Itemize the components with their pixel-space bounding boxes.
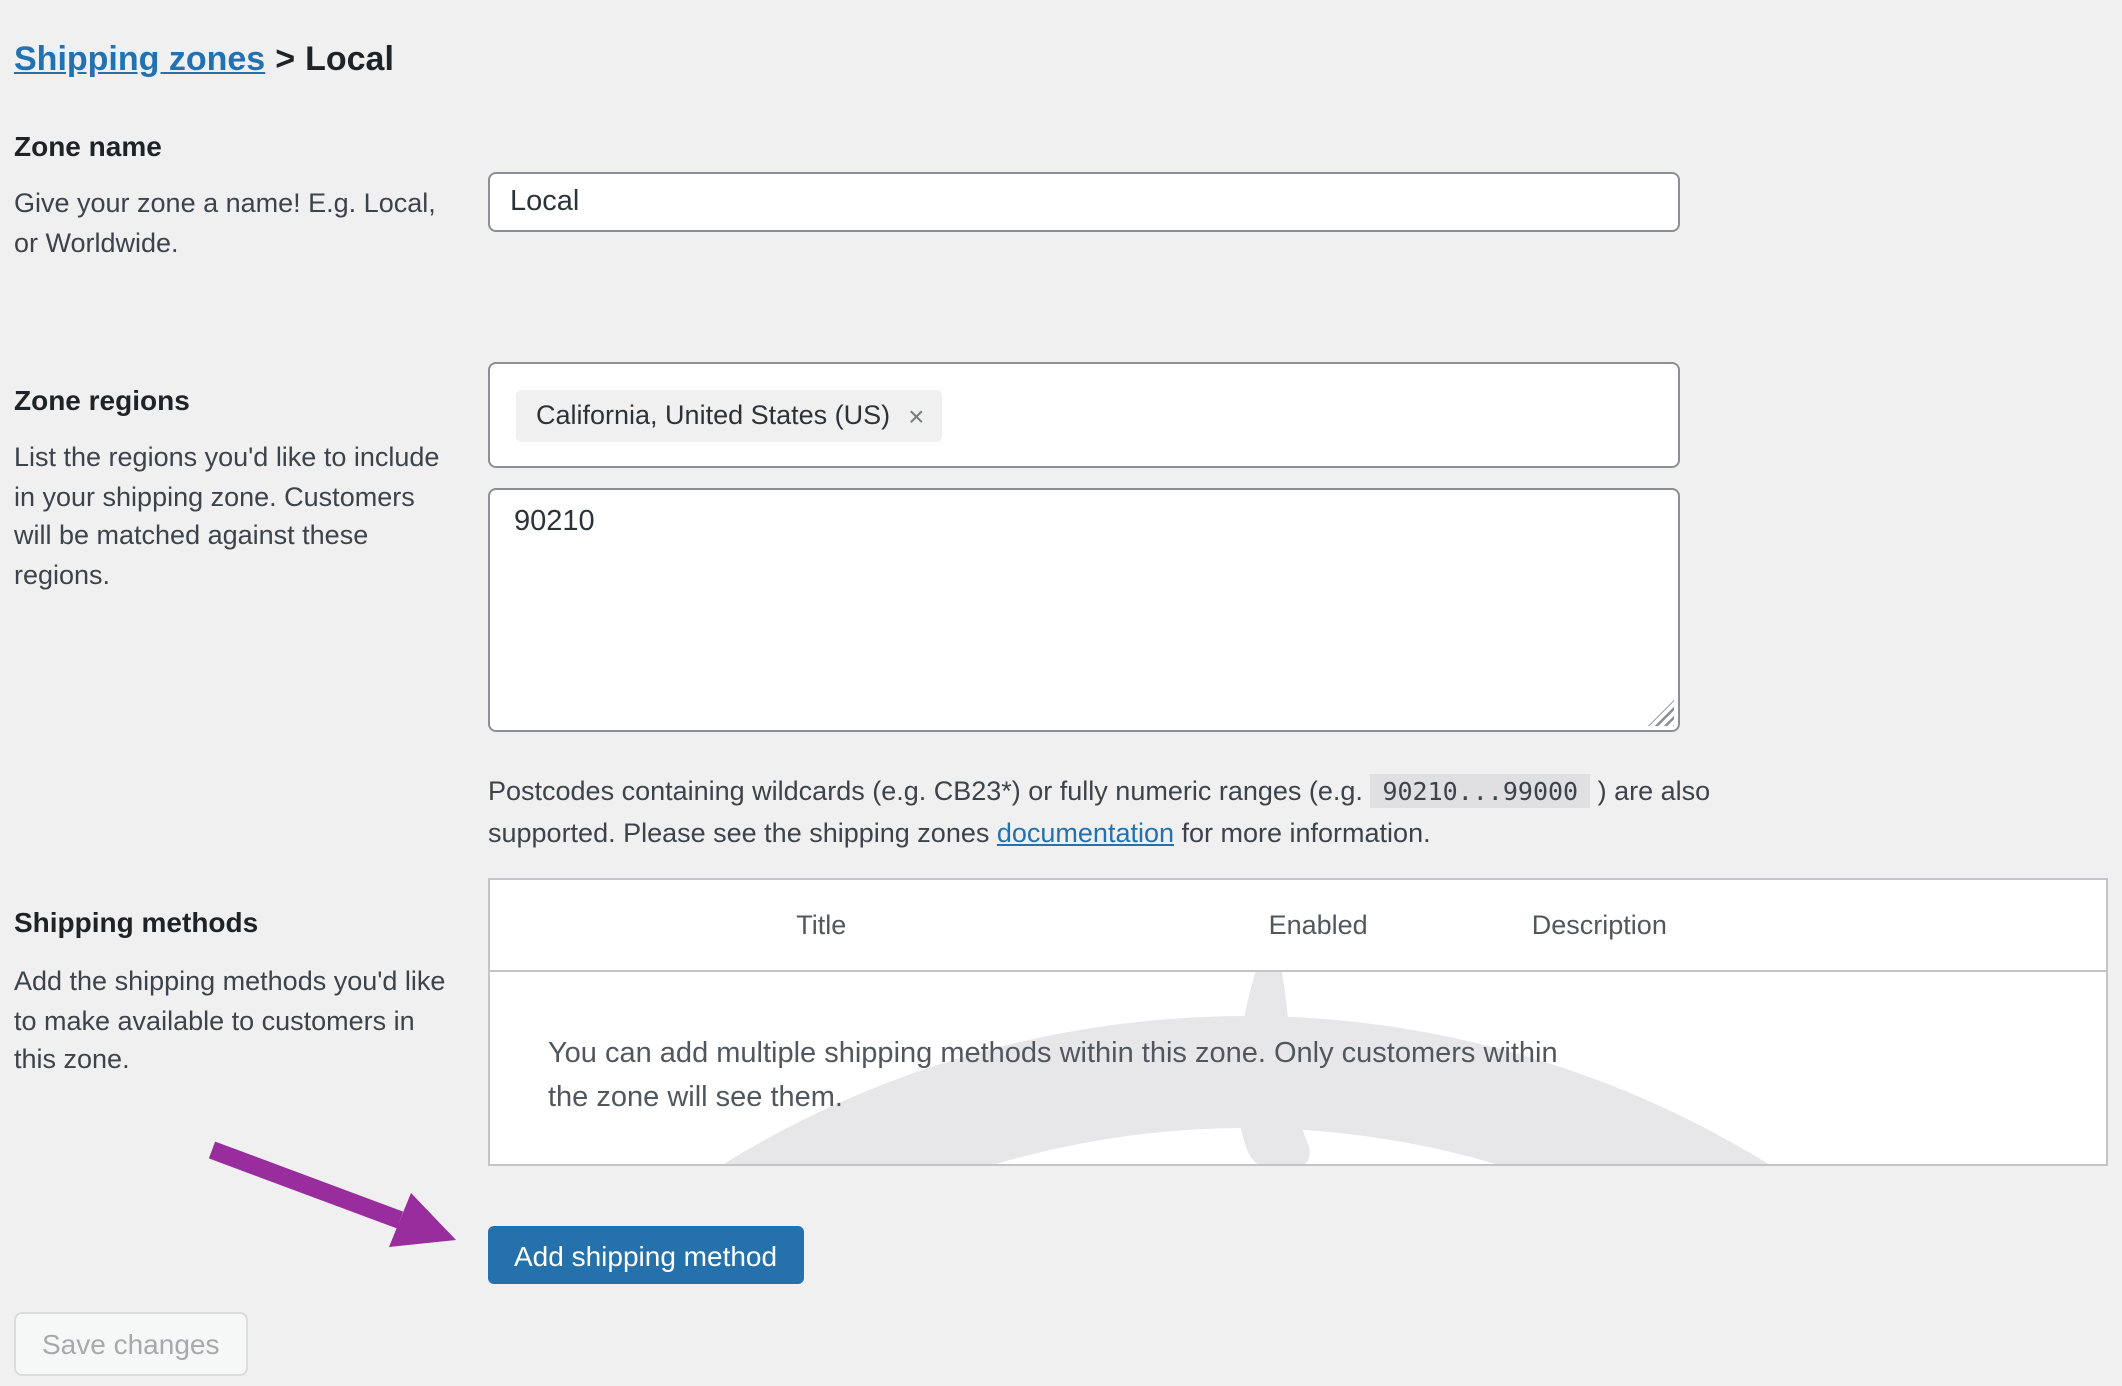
column-header-description: Description bbox=[1484, 910, 2106, 940]
table-header-row: Title Enabled Description bbox=[490, 880, 2106, 972]
zone-regions-description: List the regions you'd like to include i… bbox=[14, 438, 439, 594]
breadcrumb-current-zone: Local bbox=[305, 40, 394, 78]
breadcrumb-separator: > bbox=[265, 40, 305, 78]
shipping-methods-heading: Shipping methods bbox=[14, 904, 258, 940]
save-changes-button[interactable]: Save changes bbox=[14, 1312, 247, 1376]
shipping-methods-description: Add the shipping methods you'd like to m… bbox=[14, 962, 445, 1079]
shipping-zones-link[interactable]: Shipping zones bbox=[14, 40, 265, 78]
table-empty-row: You can add multiple shipping methods wi… bbox=[490, 972, 2106, 1164]
hint-text-end: for more information. bbox=[1174, 817, 1431, 847]
postcode-range-code: 90210...99000 bbox=[1370, 773, 1590, 807]
remove-region-icon[interactable]: × bbox=[908, 401, 924, 429]
hint-text-line2: supported. Please see the shipping zones bbox=[488, 817, 997, 847]
zone-regions-select[interactable]: California, United States (US) × bbox=[488, 362, 1680, 468]
annotation-arrow-icon bbox=[200, 1140, 480, 1264]
zone-name-heading: Zone name bbox=[14, 128, 162, 164]
empty-methods-message: You can add multiple shipping methods wi… bbox=[548, 1032, 1558, 1120]
column-header-enabled: Enabled bbox=[1153, 910, 1484, 940]
breadcrumb: Shipping zones>Local bbox=[14, 36, 394, 82]
selected-region-label: California, United States (US) bbox=[536, 398, 890, 432]
postcodes-textarea[interactable]: 90210 bbox=[488, 488, 1680, 732]
shipping-methods-table: Title Enabled Description You can add mu… bbox=[488, 878, 2108, 1166]
shipping-zone-settings-page: Shipping zones>Local Zone name Give your… bbox=[0, 0, 2122, 1386]
zone-name-input[interactable] bbox=[488, 172, 1680, 232]
hint-text-before-code: Postcodes containing wildcards (e.g. CB2… bbox=[488, 775, 1370, 805]
postcodes-hint: Postcodes containing wildcards (e.g. CB2… bbox=[488, 769, 1768, 853]
zone-regions-heading: Zone regions bbox=[14, 382, 190, 418]
selected-region-tag: California, United States (US) × bbox=[516, 390, 943, 442]
documentation-link[interactable]: documentation bbox=[997, 817, 1174, 847]
zone-name-description: Give your zone a name! E.g. Local, or Wo… bbox=[14, 184, 436, 262]
column-header-title: Title bbox=[490, 910, 1153, 940]
add-shipping-method-button[interactable]: Add shipping method bbox=[488, 1226, 803, 1284]
hint-text-after-code: ) are also bbox=[1590, 775, 1710, 805]
